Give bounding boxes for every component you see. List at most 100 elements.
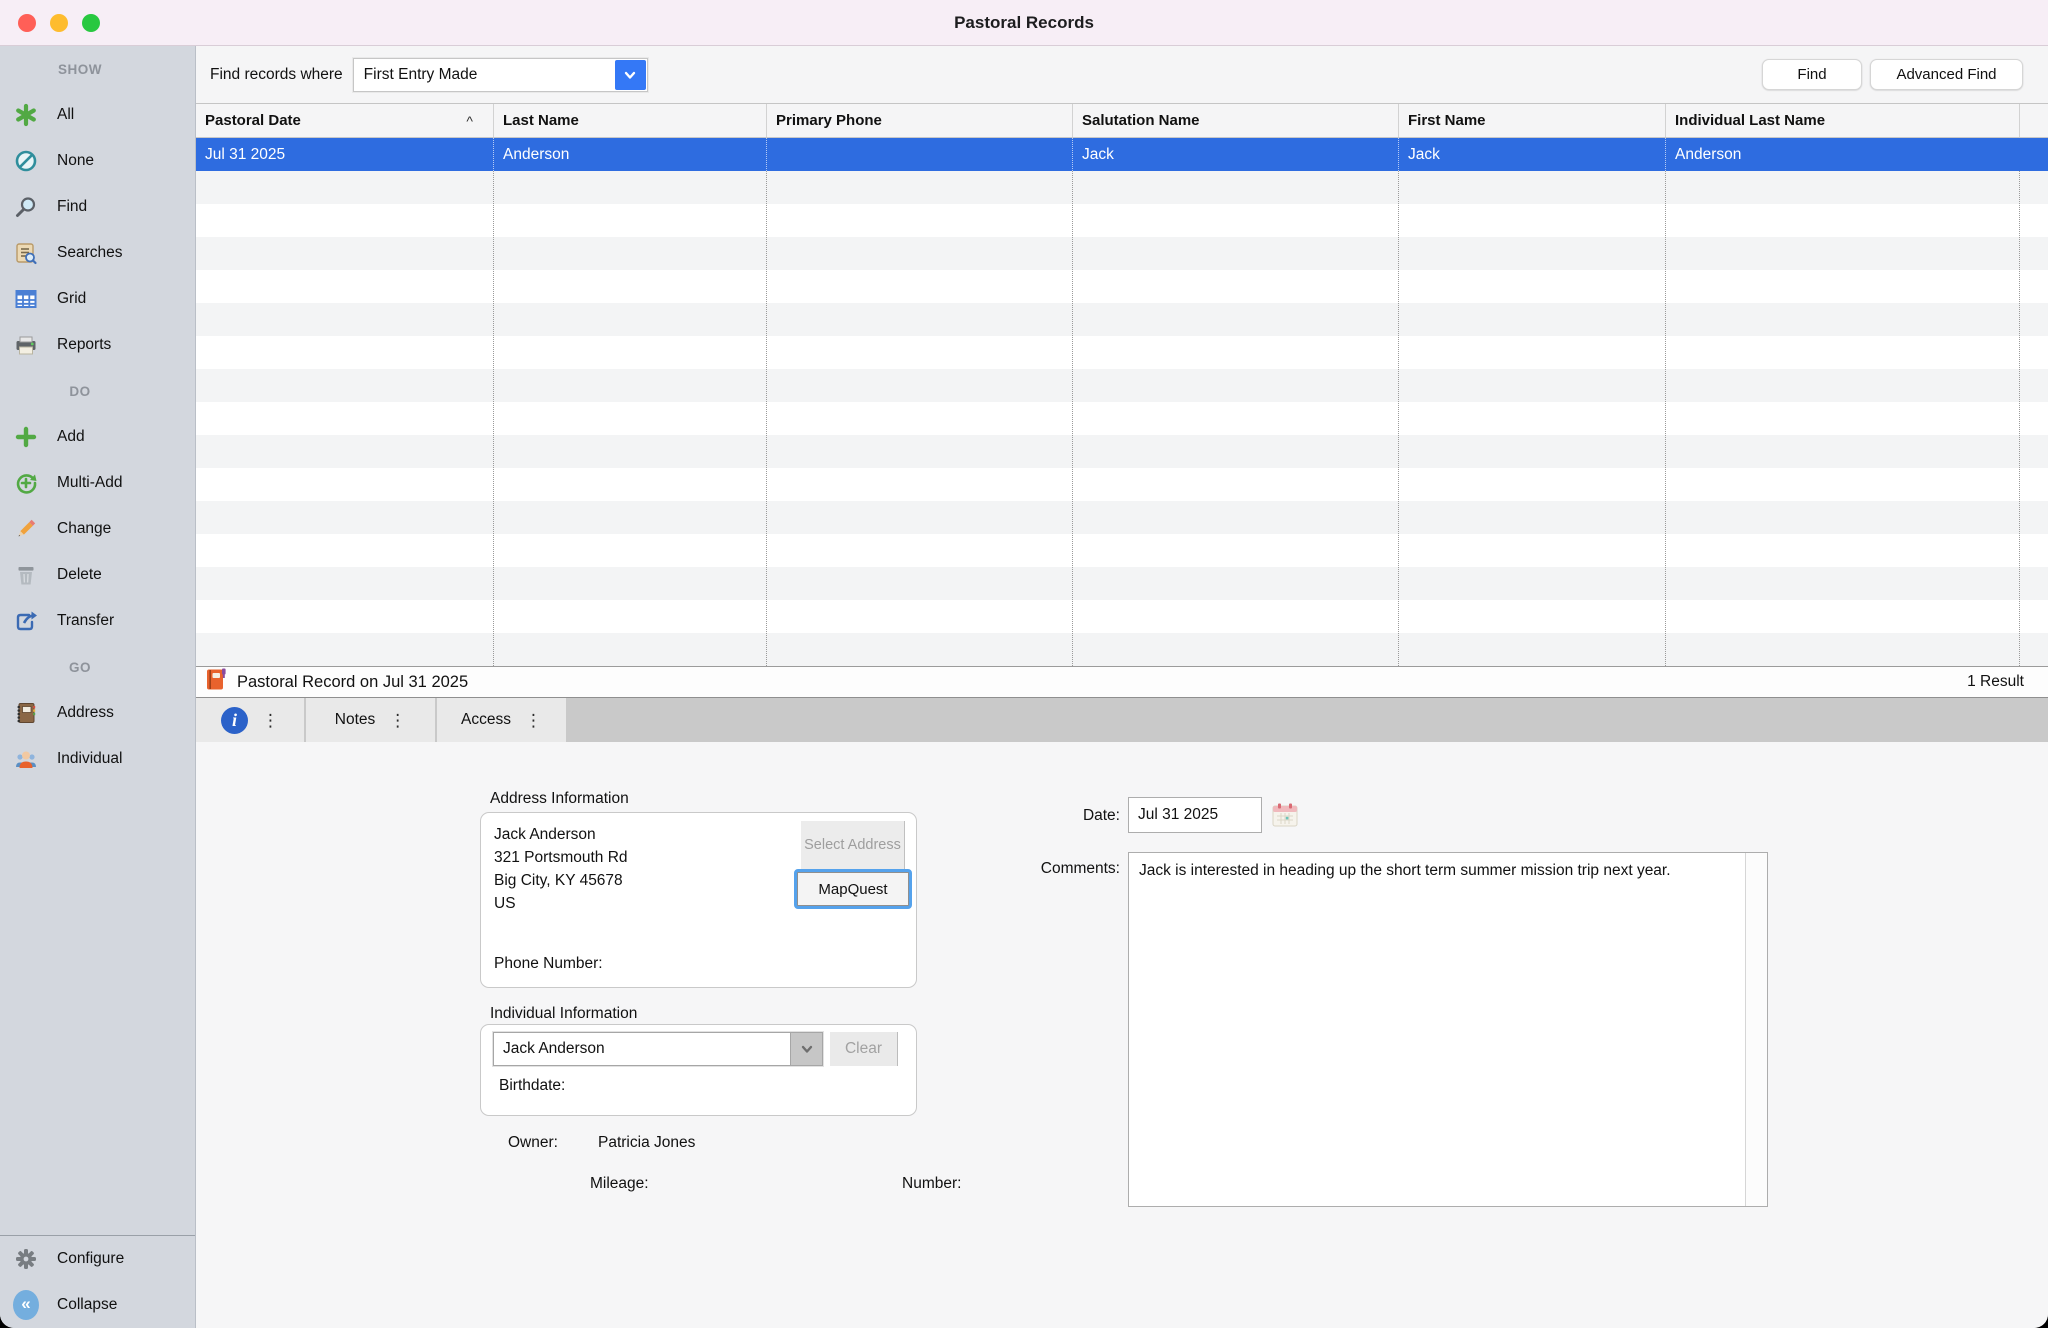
column-header-individual-last-name[interactable]: Individual Last Name bbox=[1665, 104, 2019, 137]
advanced-find-button[interactable]: Advanced Find bbox=[1870, 59, 2023, 90]
sidebar-item-none[interactable]: None bbox=[0, 138, 195, 184]
mapquest-button[interactable]: MapQuest bbox=[797, 872, 909, 906]
address-block: Jack Anderson 321 Portsmouth Rd Big City… bbox=[494, 823, 628, 915]
results-table: Pastoral Date ^ Last Name Primary Phone … bbox=[196, 103, 2048, 667]
calendar-icon[interactable] bbox=[1270, 800, 1300, 835]
transfer-icon bbox=[13, 608, 39, 634]
birthdate-label: Birthdate: bbox=[499, 1077, 565, 1095]
magnifier-icon bbox=[13, 194, 39, 220]
cell-first-name: Jack bbox=[1398, 138, 1665, 171]
date-label: Date: bbox=[1020, 807, 1120, 825]
phone-number-label: Phone Number: bbox=[494, 955, 603, 973]
sidebar-item-change[interactable]: Change bbox=[0, 506, 195, 552]
column-divider bbox=[1398, 171, 1399, 666]
zoom-icon[interactable] bbox=[82, 14, 100, 32]
address-street: 321 Portsmouth Rd bbox=[494, 846, 628, 869]
tab-menu-icon[interactable]: ⋮ bbox=[262, 712, 279, 729]
multi-add-icon bbox=[13, 470, 39, 496]
comments-field[interactable]: Jack is interested in heading up the sho… bbox=[1128, 852, 1768, 1207]
owner-label: Owner: bbox=[508, 1134, 558, 1152]
address-country: US bbox=[494, 892, 628, 915]
owner-value: Patricia Jones bbox=[598, 1134, 695, 1152]
comments-text: Jack is interested in heading up the sho… bbox=[1129, 853, 1745, 1206]
sidebar-item-add[interactable]: Add bbox=[0, 414, 195, 460]
column-header-first-name[interactable]: First Name bbox=[1398, 104, 1665, 137]
sidebar-item-multi-add[interactable]: Multi-Add bbox=[0, 460, 195, 506]
sidebar-item-collapse[interactable]: « Collapse bbox=[0, 1282, 195, 1328]
plus-icon bbox=[13, 424, 39, 450]
tab-menu-icon[interactable]: ⋮ bbox=[525, 712, 542, 729]
result-count: 1 Result bbox=[1967, 673, 2024, 691]
cell-primary-phone bbox=[766, 138, 1072, 171]
find-button[interactable]: Find bbox=[1762, 59, 1862, 90]
column-header-pastoral-date[interactable]: Pastoral Date ^ bbox=[196, 104, 493, 137]
sidebar-item-configure[interactable]: Configure bbox=[0, 1236, 195, 1282]
find-field-value: First Entry Made bbox=[354, 66, 615, 84]
individual-dropdown[interactable]: Jack Anderson bbox=[493, 1032, 823, 1066]
number-label: Number: bbox=[902, 1175, 961, 1193]
tab-access[interactable]: Access ⋮ bbox=[437, 698, 568, 742]
find-records-where-label: Find records where bbox=[210, 66, 343, 84]
sidebar-item-reports[interactable]: Reports bbox=[0, 322, 195, 368]
individual-information-box: Jack Anderson Clear Birthdate: bbox=[480, 1024, 917, 1116]
chevron-down-icon[interactable] bbox=[790, 1033, 822, 1065]
column-divider bbox=[766, 171, 767, 666]
sidebar-item-all[interactable]: All bbox=[0, 92, 195, 138]
sidebar-item-transfer[interactable]: Transfer bbox=[0, 598, 195, 644]
mapquest-focus-ring: MapQuest bbox=[794, 869, 912, 909]
sidebar-item-address[interactable]: Address bbox=[0, 690, 195, 736]
gear-icon bbox=[13, 1246, 39, 1272]
sidebar-header-do: DO bbox=[0, 368, 160, 414]
tab-info[interactable]: i ⋮ bbox=[196, 698, 306, 742]
table-row-selected[interactable]: Jul 31 2025 Anderson Jack Jack Anderson bbox=[196, 138, 2048, 171]
grid-icon bbox=[13, 286, 39, 312]
sidebar-item-individual[interactable]: Individual bbox=[0, 736, 195, 782]
chevron-down-icon[interactable] bbox=[615, 60, 646, 90]
address-city: Big City, KY 45678 bbox=[494, 869, 628, 892]
sidebar-item-grid[interactable]: Grid bbox=[0, 276, 195, 322]
sidebar: SHOW All None Find bbox=[0, 46, 196, 1328]
individual-dropdown-value: Jack Anderson bbox=[494, 1040, 790, 1058]
mileage-label: Mileage: bbox=[590, 1175, 649, 1193]
close-icon[interactable] bbox=[18, 14, 36, 32]
info-icon: i bbox=[221, 707, 248, 734]
sort-ascending-icon: ^ bbox=[466, 113, 473, 129]
collapse-icon: « bbox=[13, 1292, 39, 1318]
asterisk-icon bbox=[13, 102, 39, 128]
sidebar-bottom: Configure « Collapse bbox=[0, 1235, 195, 1328]
trash-icon bbox=[13, 562, 39, 588]
window-title: Pastoral Records bbox=[954, 13, 1094, 33]
pencil-icon bbox=[13, 516, 39, 542]
minimize-icon[interactable] bbox=[50, 14, 68, 32]
comments-scrollbar[interactable] bbox=[1745, 853, 1767, 1206]
sidebar-item-searches[interactable]: Searches bbox=[0, 230, 195, 276]
tab-menu-icon[interactable]: ⋮ bbox=[389, 712, 406, 729]
tab-notes[interactable]: Notes ⋮ bbox=[306, 698, 437, 742]
person-icon bbox=[13, 746, 39, 772]
header-scrollbar-gutter bbox=[2019, 104, 2048, 137]
address-name: Jack Anderson bbox=[494, 823, 628, 846]
saved-searches-icon bbox=[13, 240, 39, 266]
select-address-button[interactable]: Select Address bbox=[801, 821, 905, 869]
date-field[interactable]: Jul 31 2025 bbox=[1128, 797, 1262, 833]
sidebar-header-go: GO bbox=[0, 644, 160, 690]
address-information-box: Jack Anderson 321 Portsmouth Rd Big City… bbox=[480, 812, 917, 988]
sidebar-item-find[interactable]: Find bbox=[0, 184, 195, 230]
find-field-dropdown[interactable]: First Entry Made bbox=[353, 58, 648, 92]
column-divider bbox=[1665, 171, 1666, 666]
column-divider bbox=[493, 171, 494, 666]
table-scrollbar-gutter[interactable] bbox=[2019, 171, 2020, 666]
find-toolbar: Find records where First Entry Made Find… bbox=[196, 46, 2048, 103]
table-header-row: Pastoral Date ^ Last Name Primary Phone … bbox=[196, 104, 2048, 138]
clear-button[interactable]: Clear bbox=[830, 1032, 898, 1066]
column-header-last-name[interactable]: Last Name bbox=[493, 104, 766, 137]
cell-individual-last-name: Anderson bbox=[1665, 138, 2019, 171]
sidebar-item-delete[interactable]: Delete bbox=[0, 552, 195, 598]
cell-last-name: Anderson bbox=[493, 138, 766, 171]
column-header-salutation-name[interactable]: Salutation Name bbox=[1072, 104, 1398, 137]
cell-salutation-name: Jack bbox=[1072, 138, 1398, 171]
column-header-primary-phone[interactable]: Primary Phone bbox=[766, 104, 1072, 137]
address-information-label: Address Information bbox=[490, 790, 629, 808]
table-body: Jul 31 2025 Anderson Jack Jack Anderson bbox=[196, 138, 2048, 666]
address-book-icon bbox=[13, 700, 39, 726]
